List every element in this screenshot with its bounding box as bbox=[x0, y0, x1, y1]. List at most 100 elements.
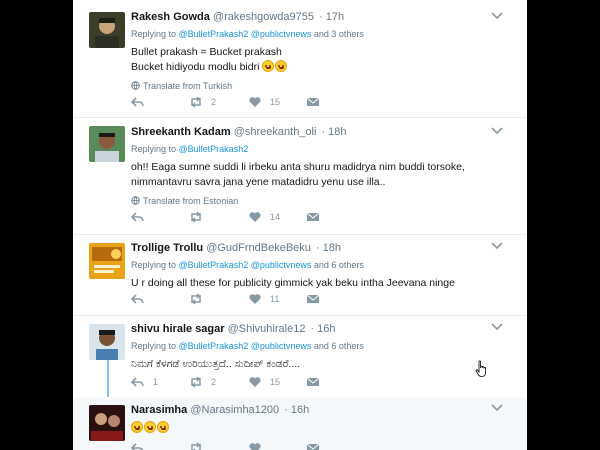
tweet-header: Trollige Trollu @GudFrndBekeBeku 18h bbox=[131, 241, 519, 255]
tweet-time[interactable]: 18h bbox=[320, 126, 347, 138]
tweet-line-with-emoji: Bucket hidiyodu modlu bidri bbox=[131, 60, 519, 75]
user-handle[interactable]: @GudFrndBekeBeku bbox=[206, 242, 311, 254]
avatar[interactable] bbox=[89, 12, 125, 48]
avatar[interactable] bbox=[89, 243, 125, 279]
tweet-line: Bucket hidiyodu modlu bidri bbox=[131, 61, 260, 73]
tweet-item[interactable]: Rakesh Gowda @rakeshgowda9755 17h Replyi… bbox=[73, 0, 527, 118]
tweet-time[interactable]: 17h bbox=[317, 11, 344, 23]
tweet-line: oh!! Eaga sumne suddi li irbeku anta shu… bbox=[131, 161, 465, 173]
chevron-down-icon[interactable] bbox=[491, 12, 503, 20]
direct-message-button[interactable] bbox=[306, 292, 320, 306]
direct-message-button[interactable] bbox=[306, 210, 320, 224]
tweet-line: nimmantavru savra jana yene matadidru ye… bbox=[131, 176, 386, 188]
replying-suffix[interactable]: and 6 others bbox=[311, 260, 364, 270]
tweet-time[interactable]: 16h bbox=[282, 404, 309, 416]
user-handle[interactable]: @Narasimha1200 bbox=[190, 404, 279, 416]
user-handle[interactable]: @rakeshgowda9755 bbox=[213, 11, 314, 23]
replying-to: Replying to @BulletPrakash2 bbox=[131, 143, 519, 155]
laughing-emoji-icon bbox=[157, 421, 169, 433]
mention-link[interactable]: @BulletPrakash2 @publictvnews bbox=[179, 341, 312, 351]
user-name[interactable]: Rakesh Gowda bbox=[131, 11, 210, 23]
envelope-icon bbox=[306, 294, 320, 303]
heart-icon bbox=[249, 443, 261, 450]
tweet-item[interactable]: Trollige Trollu @GudFrndBekeBeku 18h Rep… bbox=[73, 235, 527, 316]
user-name[interactable]: shivu hirale sagar bbox=[131, 323, 225, 335]
replying-prefix: Replying to bbox=[131, 144, 179, 154]
tweet-header: shivu hirale sagar @Shivuhirale12 16h bbox=[131, 322, 519, 336]
translate-link[interactable]: Translate from Turkish bbox=[131, 80, 519, 92]
tweet-header: Shreekanth Kadam @shreekanth_oli 18h bbox=[131, 125, 519, 139]
like-button[interactable]: 15 bbox=[248, 375, 280, 389]
tweet-text: Bullet prakash = Bucket prakash Bucket h… bbox=[131, 45, 519, 75]
retweet-count: 2 bbox=[211, 97, 217, 107]
tweet-item[interactable]: Narasimha @Narasimha1200 16h bbox=[73, 397, 527, 450]
replying-to: Replying to @BulletPrakash2 @publictvnew… bbox=[131, 259, 519, 271]
retweet-button[interactable] bbox=[189, 441, 203, 450]
reply-count: 1 bbox=[153, 377, 159, 387]
avatar[interactable] bbox=[89, 324, 125, 360]
heart-icon bbox=[249, 212, 261, 222]
tweet-time[interactable]: 16h bbox=[309, 323, 336, 335]
retweet-icon bbox=[191, 96, 201, 108]
like-button[interactable]: 15 bbox=[248, 95, 280, 109]
reply-button[interactable] bbox=[131, 292, 153, 306]
replying-to: Replying to @BulletPrakash2 @publictvnew… bbox=[131, 28, 519, 40]
tweet-feed: Rakesh Gowda @rakeshgowda9755 17h Replyi… bbox=[73, 0, 527, 450]
like-count: 15 bbox=[270, 97, 281, 107]
chevron-down-icon[interactable] bbox=[491, 242, 503, 250]
retweet-button[interactable] bbox=[189, 292, 211, 306]
heart-icon bbox=[249, 377, 261, 387]
tweet-item[interactable]: Shreekanth Kadam @shreekanth_oli 18h Rep… bbox=[73, 118, 527, 235]
mention-link[interactable]: @BulletPrakash2 bbox=[179, 144, 249, 154]
like-count: 15 bbox=[270, 377, 281, 387]
translate-label: Translate from Estonian bbox=[143, 196, 239, 206]
reply-icon bbox=[131, 294, 144, 304]
tweet-line: U r doing all these for publicity gimmic… bbox=[131, 277, 455, 289]
globe-icon bbox=[131, 81, 140, 90]
retweet-button[interactable]: 2 bbox=[189, 375, 216, 389]
tweet-time[interactable]: 18h bbox=[314, 242, 341, 254]
direct-message-button[interactable] bbox=[306, 95, 320, 109]
direct-message-button[interactable] bbox=[306, 441, 320, 450]
reply-button[interactable] bbox=[131, 210, 153, 224]
user-name[interactable]: Shreekanth Kadam bbox=[131, 126, 231, 138]
reply-button[interactable] bbox=[131, 441, 145, 450]
laughing-emoji-icon bbox=[262, 60, 275, 72]
like-count: 11 bbox=[270, 294, 280, 304]
replying-prefix: Replying to bbox=[131, 29, 179, 39]
tweet-item[interactable]: shivu hirale sagar @Shivuhirale12 16h Re… bbox=[73, 316, 527, 397]
retweet-button[interactable] bbox=[189, 210, 211, 224]
user-handle[interactable]: @Shivuhirale12 bbox=[228, 323, 306, 335]
envelope-icon bbox=[306, 97, 320, 106]
user-handle[interactable]: @shreekanth_oli bbox=[234, 126, 317, 138]
user-name[interactable]: Narasimha bbox=[131, 404, 187, 416]
reply-button[interactable]: 1 bbox=[131, 375, 158, 389]
like-button[interactable]: 11 bbox=[248, 292, 279, 306]
reply-icon bbox=[131, 377, 144, 387]
like-button[interactable] bbox=[248, 441, 262, 450]
translate-link[interactable]: Translate from Estonian bbox=[131, 195, 519, 207]
retweet-icon bbox=[191, 442, 201, 450]
chevron-down-icon[interactable] bbox=[491, 127, 503, 135]
mention-link[interactable]: @BulletPrakash2 @publictvnews bbox=[179, 29, 312, 39]
chevron-down-icon[interactable] bbox=[491, 323, 503, 331]
retweet-button[interactable]: 2 bbox=[189, 95, 216, 109]
replying-suffix[interactable]: and 3 others bbox=[311, 29, 364, 39]
retweet-count: 2 bbox=[211, 377, 217, 387]
tweet-header: Narasimha @Narasimha1200 16h bbox=[131, 403, 519, 417]
like-button[interactable]: 14 bbox=[248, 210, 280, 224]
direct-message-button[interactable] bbox=[306, 375, 320, 389]
reply-icon bbox=[131, 212, 144, 222]
user-name[interactable]: Trollige Trollu bbox=[131, 242, 203, 254]
avatar[interactable] bbox=[89, 126, 125, 162]
laughing-emoji-icon bbox=[131, 421, 143, 433]
reply-button[interactable] bbox=[131, 95, 153, 109]
replying-suffix[interactable]: and 6 others bbox=[311, 341, 364, 351]
mention-link[interactable]: @BulletPrakash2 @publictvnews bbox=[179, 260, 312, 270]
heart-icon bbox=[249, 97, 261, 107]
chevron-down-icon[interactable] bbox=[491, 404, 503, 412]
tweet-header: Rakesh Gowda @rakeshgowda9755 17h bbox=[131, 10, 519, 24]
translate-label: Translate from Turkish bbox=[143, 81, 233, 91]
avatar[interactable] bbox=[89, 405, 125, 441]
hand-pointer-cursor-icon bbox=[475, 360, 486, 377]
